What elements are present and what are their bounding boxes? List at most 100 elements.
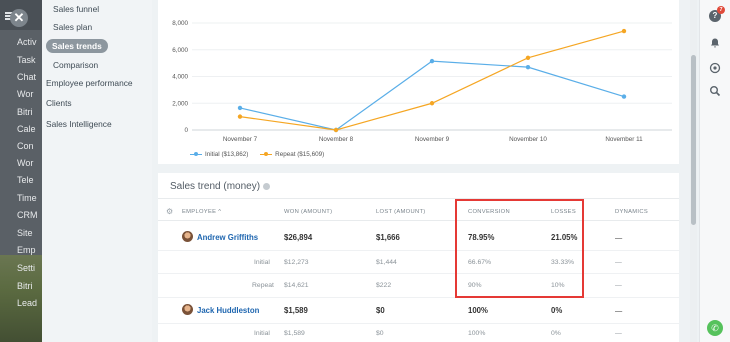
left-navigation-rail: Activ Task Chat Wor Bitri Cale Con Wor T…: [0, 0, 42, 342]
bell-icon-glyph: [711, 38, 719, 48]
close-icon[interactable]: ✕: [10, 9, 28, 27]
y-tick-label: 4,000: [172, 74, 188, 81]
dynamics-value: —: [615, 233, 623, 242]
legend-swatch: [190, 151, 202, 156]
losses-value: 0%: [551, 306, 563, 315]
x-tick-label: November 10: [509, 136, 547, 143]
rail-item[interactable]: Wor: [17, 158, 33, 168]
row-label: Initial: [254, 259, 270, 266]
main-content: 8,000 6,000 4,000 2,000 0 November 7 November …: [152, 0, 680, 342]
data-point: [333, 127, 339, 133]
conversion-value: 100%: [468, 306, 488, 315]
legend-swatch: [260, 151, 273, 156]
y-tick-label: 0: [184, 127, 188, 134]
divider: [158, 273, 679, 274]
divider: [158, 198, 679, 199]
phone-icon[interactable]: ✆: [707, 320, 723, 336]
won-amount: $14,621: [284, 282, 309, 289]
column-header-dynamics[interactable]: DYNAMICS: [615, 209, 648, 215]
losses-value: 0%: [551, 330, 561, 337]
rail-item[interactable]: Chat: [17, 72, 36, 82]
bell-icon[interactable]: [709, 37, 721, 49]
right-toolbar: ? 7 ✆: [699, 0, 730, 342]
activity-icon[interactable]: [709, 62, 721, 74]
x-tick-label: November 11: [605, 136, 643, 143]
rail-item[interactable]: Site: [17, 228, 33, 238]
dynamics-value: —: [615, 306, 623, 315]
y-tick-label: 8,000: [172, 20, 188, 27]
won-amount: $12,273: [284, 259, 309, 266]
avatar: [182, 231, 193, 242]
legend-item-initial[interactable]: Initial ($13,862): [190, 151, 248, 158]
submenu-item-employee-performance[interactable]: Employee performance: [46, 78, 133, 88]
table-title: Sales trend (money): [170, 181, 271, 192]
column-header-label: EMPLOYEE: [182, 209, 217, 215]
lost-amount: $0: [376, 330, 384, 337]
submenu-item-sales-trends[interactable]: Sales trends: [46, 39, 108, 53]
rail-item[interactable]: Time: [17, 193, 37, 203]
rail-item[interactable]: Bitri: [17, 107, 33, 117]
submenu-item-clients[interactable]: Clients: [46, 98, 72, 108]
divider: [158, 250, 679, 251]
divider: [158, 323, 679, 324]
submenu-item-comparison[interactable]: Comparison: [53, 60, 98, 70]
search-icon-glyph: [710, 86, 721, 97]
won-amount: $26,894: [284, 233, 313, 242]
x-tick-label: November 7: [223, 136, 258, 143]
lost-amount: $1,444: [376, 259, 397, 266]
search-icon[interactable]: [709, 85, 721, 97]
highlight-annotation-box: [455, 199, 584, 298]
legend-item-repeat[interactable]: Repeat ($15,609): [260, 151, 324, 158]
data-point: [621, 28, 627, 34]
data-point: [237, 105, 243, 111]
rail-item[interactable]: Lead: [17, 298, 37, 308]
data-point: [429, 101, 435, 106]
row-label: Initial: [254, 330, 270, 337]
sales-trend-line-chart: 8,000 6,000 4,000 2,000 0 November 7 November …: [172, 20, 672, 143]
table-title-text: Sales trend (money): [170, 181, 261, 192]
sales-trend-chart-card: 8,000 6,000 4,000 2,000 0 November 7 November …: [158, 0, 679, 164]
lost-amount: $0: [376, 306, 385, 315]
sort-arrow-icon: ^: [218, 209, 222, 215]
activity-icon-glyph: [709, 62, 721, 74]
rail-item[interactable]: Bitri: [17, 281, 33, 291]
sales-trend-table-card: Sales trend (money) ⚙ EMPLOYEE ^ WON (AM…: [158, 173, 679, 342]
info-icon[interactable]: [263, 182, 271, 190]
conversion-value: 100%: [468, 330, 486, 337]
submenu-item-sales-plan[interactable]: Sales plan: [53, 22, 92, 32]
rail-item[interactable]: Wor: [17, 89, 33, 99]
employee-name-link[interactable]: Andrew Griffiths: [197, 233, 258, 242]
chart-legend: Initial ($13,862) Repeat ($15,609): [190, 151, 334, 158]
divider: [158, 297, 679, 298]
won-amount: $1,589: [284, 306, 308, 315]
column-header-lost[interactable]: LOST (AMOUNT): [376, 209, 426, 215]
dynamics-value: —: [615, 259, 622, 266]
legend-label: Initial ($13,862): [205, 151, 249, 158]
rail-item[interactable]: Task: [17, 55, 36, 65]
rail-item[interactable]: Setti: [17, 263, 35, 273]
lost-amount: $222: [376, 282, 392, 289]
rail-item[interactable]: Tele: [17, 175, 34, 185]
scrollbar[interactable]: [690, 0, 697, 342]
row-label: Repeat: [252, 282, 274, 289]
rail-item[interactable]: Activ: [17, 37, 37, 47]
x-tick-label: November 9: [415, 136, 450, 143]
divider: [158, 220, 679, 221]
gear-icon[interactable]: ⚙: [166, 207, 173, 216]
rail-item[interactable]: Cale: [17, 124, 36, 134]
rail-item[interactable]: Emp: [17, 245, 36, 255]
column-header-employee[interactable]: EMPLOYEE ^: [182, 209, 221, 215]
rail-item[interactable]: CRM: [17, 210, 38, 220]
y-tick-label: 6,000: [172, 47, 188, 54]
notification-badge: 7: [717, 6, 725, 14]
won-amount: $1,589: [284, 330, 305, 337]
dynamics-value: —: [615, 330, 622, 337]
legend-label: Repeat ($15,609): [275, 151, 325, 158]
column-header-won[interactable]: WON (AMOUNT): [284, 209, 332, 215]
rail-item[interactable]: Con: [17, 141, 34, 151]
submenu-item-sales-intelligence[interactable]: Sales Intelligence: [46, 119, 112, 129]
employee-name-link[interactable]: Jack Huddleston: [197, 306, 259, 315]
avatar: [182, 304, 193, 315]
scrollbar-thumb[interactable]: [691, 55, 696, 225]
submenu-item-sales-funnel[interactable]: Sales funnel: [53, 4, 99, 14]
